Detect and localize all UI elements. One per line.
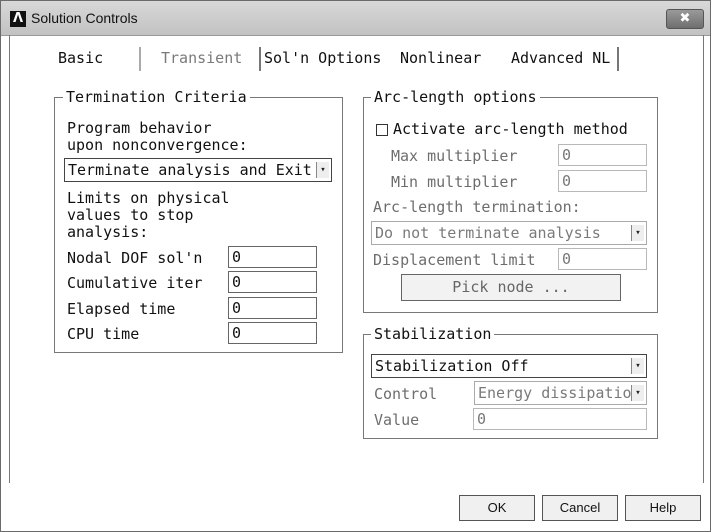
cpu-time-input[interactable]: 0 — [228, 322, 317, 344]
arc-length-termination-label: Arc-length termination: — [373, 198, 581, 216]
activate-arc-length-label: Activate arc-length method — [393, 120, 628, 138]
limits-label: Limits on physical — [67, 189, 230, 207]
tab-solution-options[interactable]: Sol'n Options — [264, 49, 381, 67]
arc-length-termination-select[interactable]: Do not terminate analysis ▾ — [371, 221, 647, 245]
help-button[interactable]: Help — [625, 495, 701, 521]
tab-separator — [259, 47, 261, 71]
min-multiplier-input[interactable]: 0 — [558, 170, 647, 192]
tab-advanced-nl[interactable]: Advanced NL — [511, 49, 610, 67]
nonconvergence-behavior-select[interactable]: Terminate analysis and Exit ▾ — [64, 158, 332, 182]
program-behavior-label-2: upon nonconvergence: — [67, 136, 248, 154]
title-bar[interactable]: Λ Solution Controls ✖ — [1, 1, 710, 36]
max-multiplier-input[interactable]: 0 — [558, 144, 647, 166]
nonconvergence-behavior-value: Terminate analysis and Exit — [68, 161, 312, 179]
tab-basic[interactable]: Basic — [58, 49, 103, 67]
tab-separator — [139, 47, 141, 71]
chevron-down-icon[interactable]: ▾ — [631, 225, 644, 241]
cumulative-iter-input[interactable]: 0 — [228, 271, 317, 293]
chevron-down-icon[interactable]: ▾ — [631, 385, 644, 401]
window-title: Solution Controls — [31, 10, 138, 26]
control-label: Control — [374, 385, 438, 403]
stabilization-mode-value: Stabilization Off — [375, 357, 529, 375]
cpu-time-label: CPU time — [67, 325, 140, 343]
chevron-down-icon[interactable]: ▾ — [316, 162, 329, 178]
control-value: Energy dissipation — [478, 384, 641, 402]
limits-label-2: values to stop — [67, 206, 194, 224]
close-button[interactable]: ✖ — [666, 9, 704, 29]
value-input[interactable]: 0 — [473, 408, 647, 430]
control-select[interactable]: Energy dissipation ▾ — [474, 381, 647, 405]
nodal-dof-input[interactable]: 0 — [228, 246, 317, 268]
activate-arc-length-checkbox[interactable] — [376, 124, 388, 136]
displacement-limit-input[interactable]: 0 — [558, 248, 647, 270]
tab-nonlinear[interactable]: Nonlinear — [400, 49, 481, 67]
limits-label-3: analysis: — [67, 223, 149, 241]
solution-controls-window: Λ Solution Controls ✖ Basic Transient So… — [0, 0, 711, 532]
chevron-down-icon[interactable]: ▾ — [631, 358, 644, 374]
elapsed-time-label: Elapsed time — [67, 300, 176, 318]
tab-transient[interactable]: Transient — [161, 49, 242, 67]
value-label: Value — [374, 411, 420, 429]
termination-criteria-title: Termination Criteria — [63, 88, 250, 106]
displacement-limit-label: Displacement limit — [373, 251, 536, 269]
arc-length-termination-value: Do not terminate analysis — [375, 224, 601, 242]
cancel-button[interactable]: Cancel — [542, 495, 618, 521]
arc-length-title: Arc-length options — [371, 88, 540, 106]
stabilization-title: Stabilization — [371, 325, 495, 343]
cumulative-iter-label: Cumulative iter — [67, 274, 203, 292]
elapsed-time-input[interactable]: 0 — [228, 297, 317, 319]
pick-node-button[interactable]: Pick node ... — [401, 274, 621, 301]
tab-separator — [617, 47, 619, 71]
max-multiplier-label: Max multiplier — [391, 147, 518, 165]
program-behavior-label: Program behavior — [67, 119, 212, 137]
ansys-logo-icon: Λ — [10, 11, 26, 27]
nodal-dof-label: Nodal DOF sol'n — [67, 249, 203, 267]
min-multiplier-label: Min multiplier — [391, 173, 518, 191]
ok-button[interactable]: OK — [459, 495, 535, 521]
stabilization-mode-select[interactable]: Stabilization Off ▾ — [371, 354, 647, 378]
